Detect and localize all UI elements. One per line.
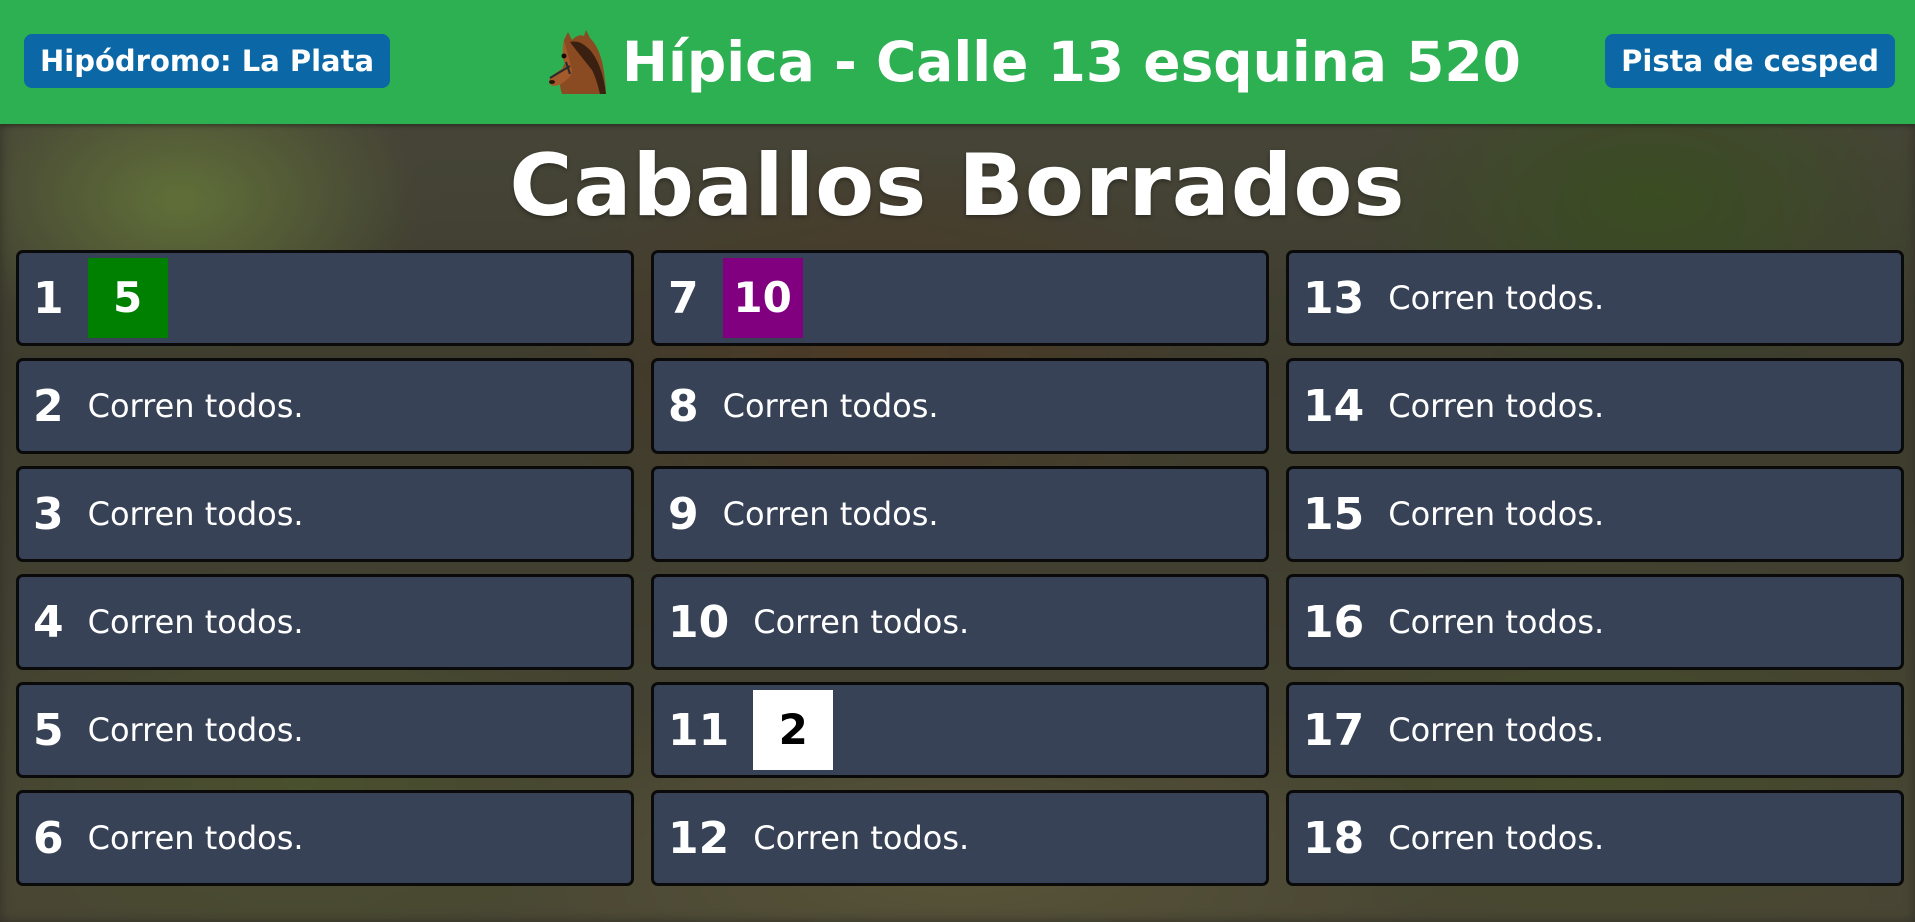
race-number: 7 [668,272,699,324]
race-status-text: Corren todos. [87,387,304,425]
race-number: 13 [1303,272,1365,324]
race-status-text: Corren todos. [87,603,304,641]
race-status-text: Corren todos. [753,819,970,857]
race-number: 11 [668,704,730,756]
race-number: 17 [1303,704,1365,756]
race-number: 6 [33,812,64,864]
race-number: 4 [33,596,64,648]
race-card: 15 [16,250,634,346]
race-status-text: Corren todos. [87,711,304,749]
header-bar: Hipódromo: La Plata Hípica - Calle 13 es… [0,0,1915,124]
header-title-text: Hípica - Calle 13 esquina 520 [622,30,1521,94]
race-card: 17 Corren todos. [1286,682,1904,778]
race-card: 4 Corren todos. [16,574,634,670]
race-card: 18 Corren todos. [1286,790,1904,886]
race-number: 3 [33,488,64,540]
race-number: 8 [668,380,699,432]
track-type-badge: Pista de cesped [1605,34,1895,88]
race-status-text: Corren todos. [1388,387,1605,425]
scratched-horse-badge: 10 [722,258,803,338]
race-card: 3 Corren todos. [16,466,634,562]
race-card: 6 Corren todos. [16,790,634,886]
race-status-text: Corren todos. [1388,819,1605,857]
race-card: 11 2 [651,682,1269,778]
race-status-text: Corren todos. [87,819,304,857]
race-number: 18 [1303,812,1365,864]
race-card: 7 10 [651,250,1269,346]
header-title: Hípica - Calle 13 esquina 520 [540,22,1521,102]
scratched-horse-badge: 2 [753,690,834,770]
race-card: 2 Corren todos. [16,358,634,454]
race-card: 12 Corren todos. [651,790,1269,886]
race-number: 10 [668,596,730,648]
race-card: 13 Corren todos. [1286,250,1904,346]
race-status-text: Corren todos. [87,495,304,533]
scratched-horse-badge: 5 [87,258,168,338]
race-number: 12 [668,812,730,864]
race-card: 8 Corren todos. [651,358,1269,454]
race-number: 9 [668,488,699,540]
race-number: 5 [33,704,64,756]
race-card: 5 Corren todos. [16,682,634,778]
race-number: 15 [1303,488,1365,540]
race-status-text: Corren todos. [753,603,970,641]
race-number: 14 [1303,380,1365,432]
race-status-text: Corren todos. [1388,711,1605,749]
race-status-text: Corren todos. [1388,279,1605,317]
race-card: 9 Corren todos. [651,466,1269,562]
racetrack-badge: Hipódromo: La Plata [24,34,391,88]
race-number: 1 [33,272,64,324]
race-card: 16 Corren todos. [1286,574,1904,670]
race-number: 2 [33,380,64,432]
horse-head-icon [540,26,612,98]
race-status-text: Corren todos. [1388,495,1605,533]
race-card: 15 Corren todos. [1286,466,1904,562]
race-card: 14 Corren todos. [1286,358,1904,454]
race-grid: 1 5 2 Corren todos. 3 Corren todos. 4 Corren to… [16,250,1904,886]
race-status-text: Corren todos. [1388,603,1605,641]
race-status-text: Corren todos. [722,495,939,533]
race-number: 16 [1303,596,1365,648]
page-title: Caballos Borrados [509,136,1406,236]
race-card: 10 Corren todos. [651,574,1269,670]
race-status-text: Corren todos. [722,387,939,425]
